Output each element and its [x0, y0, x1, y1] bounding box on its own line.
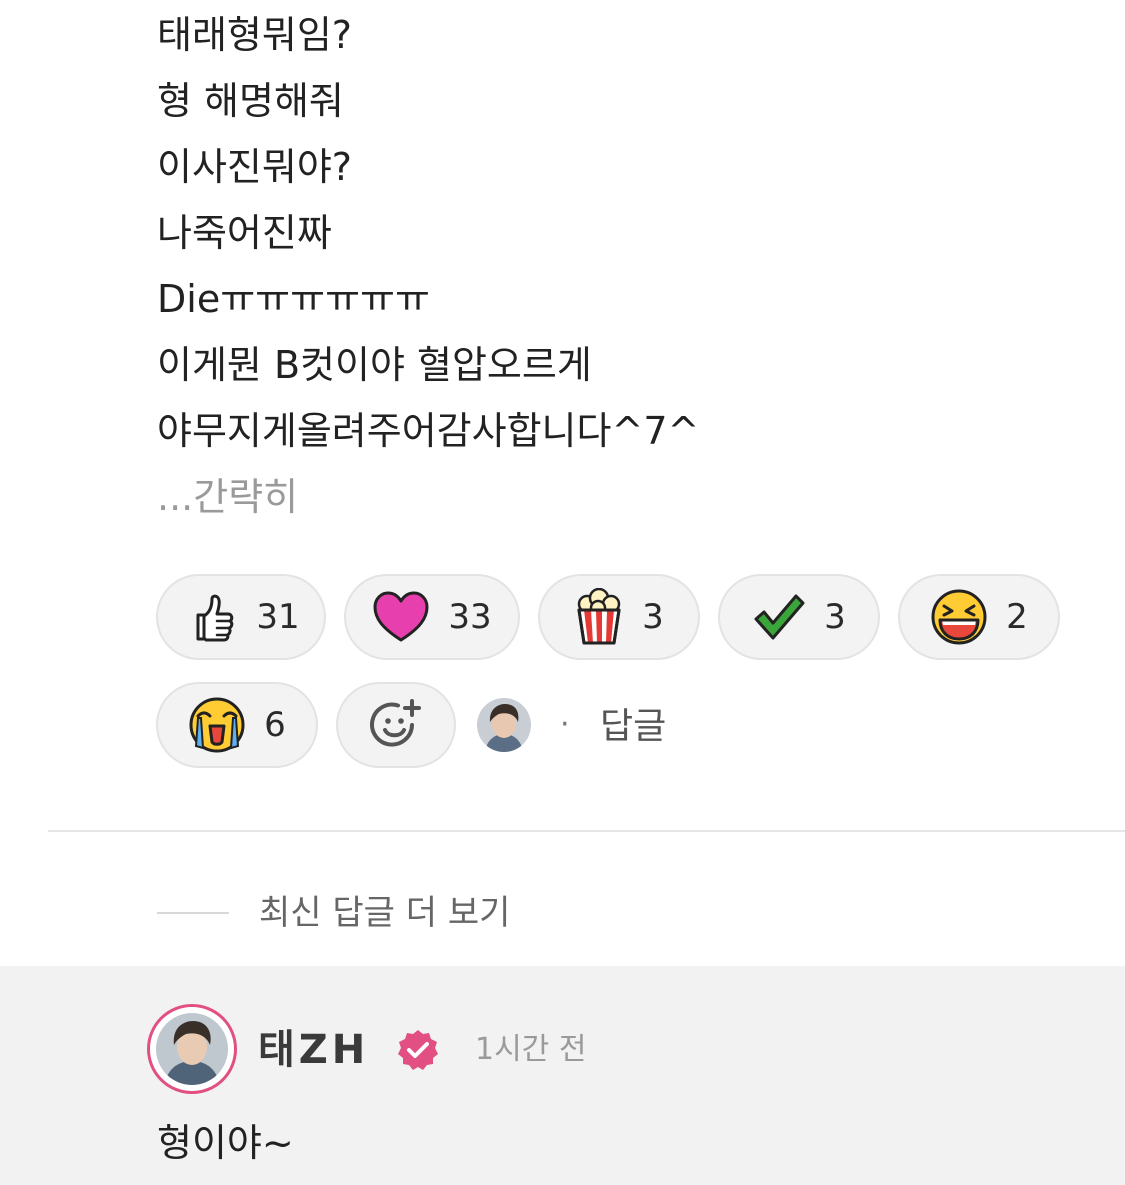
reply-author-name[interactable]: 태ZH — [258, 1026, 369, 1074]
comment-line: 형 해명해줘 — [157, 79, 344, 123]
reaction-count: 3 — [642, 597, 664, 637]
more-replies-line — [157, 912, 229, 914]
reaction-thumbs-up-button[interactable]: 31 — [156, 574, 326, 660]
comment-body: 태래형뭐임? 형 해명해줘 이사진뭐야? 나죽어진짜 Dieㅠㅠㅠㅠㅠㅠ 이게뭔… — [157, 2, 1057, 530]
reaction-count: 3 — [824, 597, 846, 637]
comment-line: 이사진뭐야? — [157, 145, 352, 189]
reaction-count: 31 — [256, 597, 300, 637]
avatar-photo-icon — [477, 698, 531, 752]
crying-face-icon — [189, 697, 245, 753]
heart-icon — [373, 591, 429, 642]
reaction-count: 6 — [264, 705, 286, 745]
comment-line: 야무지게올려주어감사합니다^7^ — [157, 409, 700, 453]
reaction-count: 2 — [1006, 597, 1028, 637]
comment-line: 태래형뭐임? — [157, 13, 352, 57]
reaction-count: 33 — [448, 597, 492, 637]
reaction-cry-button[interactable]: 6 — [156, 682, 318, 768]
checkmark-icon — [754, 594, 805, 640]
verified-badge-icon — [398, 1030, 438, 1070]
comment-line: 이게뭔 B컷이야 혈압오르게 — [157, 343, 592, 387]
reply-author-avatar[interactable] — [147, 1004, 237, 1094]
reply-timestamp: 1시간 전 — [475, 1032, 587, 1067]
popcorn-icon — [577, 588, 621, 645]
avatar[interactable] — [477, 698, 531, 752]
laughing-face-icon — [931, 589, 987, 645]
comment-line: 나죽어진짜 — [157, 211, 332, 255]
reply-button[interactable]: 답글 — [600, 705, 666, 749]
reaction-laugh-button[interactable]: 2 — [898, 574, 1060, 660]
collapse-button[interactable]: ...간략히 — [157, 464, 1057, 530]
reaction-heart-button[interactable]: 33 — [344, 574, 520, 660]
more-replies-label: 최신 답글 더 보기 — [259, 893, 511, 933]
reaction-popcorn-button[interactable]: 3 — [538, 574, 700, 660]
comment-line: Dieㅠㅠㅠㅠㅠㅠ — [157, 277, 430, 321]
avatar-photo-icon — [156, 1013, 228, 1085]
add-emoji-icon — [370, 699, 421, 747]
reply-text: 형이야~ — [157, 1121, 294, 1165]
separator-dot: · — [560, 707, 570, 742]
comment-thread: 태래형뭐임? 형 해명해줘 이사진뭐야? 나죽어진짜 Dieㅠㅠㅠㅠㅠㅠ 이게뭔… — [0, 0, 1125, 1185]
thumbs-up-icon — [196, 594, 234, 642]
add-reaction-button[interactable] — [336, 682, 456, 768]
reaction-check-button[interactable]: 3 — [718, 574, 880, 660]
divider — [48, 830, 1125, 832]
more-replies-button[interactable]: 최신 답글 더 보기 — [157, 885, 510, 941]
